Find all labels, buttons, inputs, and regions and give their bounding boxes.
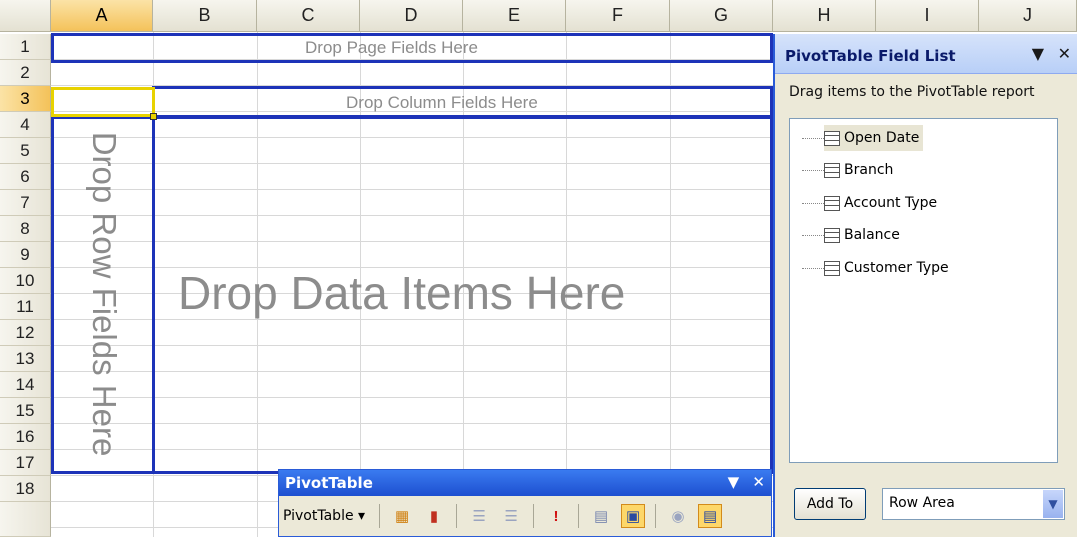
column-header-f[interactable]: F	[566, 0, 670, 32]
row-header-19-partial[interactable]	[0, 502, 51, 537]
field-icon	[824, 227, 840, 243]
format-report-icon[interactable]: ▦	[390, 504, 414, 528]
row-header-5[interactable]: 5	[0, 138, 51, 164]
column-header-i[interactable]: I	[876, 0, 979, 32]
row-header-15[interactable]: 15	[0, 398, 51, 424]
show-field-list-icon[interactable]: ▤	[698, 504, 723, 528]
page-fields-placeholder: Drop Page Fields Here	[305, 38, 478, 57]
toolbar-title: PivotTable	[285, 474, 373, 492]
fill-handle[interactable]	[150, 113, 157, 120]
row-header-1[interactable]: 1	[0, 34, 51, 60]
field-label: Account Type	[844, 195, 938, 211]
field-icon	[824, 162, 840, 178]
data-items-placeholder: Drop Data Items Here	[178, 267, 626, 319]
row-header-11[interactable]: 11	[0, 294, 51, 320]
field-item-open-date[interactable]: Open Date	[824, 125, 924, 151]
row-header-3[interactable]: 3	[0, 86, 51, 112]
row-header-7[interactable]: 7	[0, 190, 51, 216]
include-hidden-items-icon[interactable]: ▤	[589, 504, 613, 528]
column-header-d[interactable]: D	[360, 0, 463, 32]
column-header-a[interactable]: A	[51, 0, 153, 32]
field-label: Open Date	[844, 130, 920, 146]
add-to-button[interactable]: Add To	[794, 488, 866, 520]
column-header-b[interactable]: B	[153, 0, 257, 32]
field-item-customer-type[interactable]: Customer Type	[824, 255, 953, 281]
column-header-g[interactable]: G	[670, 0, 773, 32]
row-fields-placeholder: Drop Row Fields Here	[86, 131, 123, 457]
separator	[578, 504, 580, 528]
separator	[533, 504, 535, 528]
row-header-16[interactable]: 16	[0, 424, 51, 450]
pane-controls: ▼ ✕	[1032, 44, 1071, 63]
column-header-h[interactable]: H	[773, 0, 876, 32]
close-icon[interactable]: ✕	[1058, 44, 1071, 63]
active-cell-a3[interactable]	[51, 87, 155, 117]
row-header-6[interactable]: 6	[0, 164, 51, 190]
field-label: Branch	[844, 162, 894, 178]
column-header-c[interactable]: C	[257, 0, 360, 32]
row-header-8[interactable]: 8	[0, 216, 51, 242]
select-all-corner[interactable]	[0, 0, 51, 32]
chevron-down-icon[interactable]: ▼	[1042, 490, 1063, 518]
pane-title-text: PivotTable Field List	[785, 47, 956, 65]
toolbar-buttons: PivotTable ▾ ▦ ▮ ☰ ☰ ! ▤ ▣ ◉ ▤	[283, 500, 726, 532]
always-display-items-icon[interactable]: ▣	[621, 504, 646, 528]
row-header-18[interactable]: 18	[0, 476, 51, 502]
field-item-balance[interactable]: Balance	[824, 222, 904, 248]
hide-detail-icon[interactable]: ☰	[467, 504, 491, 528]
pivot-field-list-pane: PivotTable Field List ▼ ✕ Drag items to …	[773, 34, 1077, 537]
field-icon	[824, 130, 840, 146]
row-header-10[interactable]: 10	[0, 268, 51, 294]
column-fields-placeholder: Drop Column Fields Here	[346, 93, 538, 112]
separator	[456, 504, 458, 528]
pane-dropdown-icon[interactable]: ▼	[1032, 44, 1044, 63]
field-label: Customer Type	[844, 260, 949, 276]
field-settings-icon[interactable]: ◉	[666, 504, 690, 528]
field-icon	[824, 195, 840, 211]
row-header-4[interactable]: 4	[0, 112, 51, 138]
toolbar-title-bar[interactable]: PivotTable ▼ ✕	[279, 470, 771, 496]
field-label: Balance	[844, 227, 900, 243]
row-header-13[interactable]: 13	[0, 346, 51, 372]
field-tree: Open Date Branch Account Type Balance Cu…	[789, 118, 1058, 463]
field-icon	[824, 260, 840, 276]
pane-instruction: Drag items to the PivotTable report	[789, 84, 1035, 100]
row-header-2[interactable]: 2	[0, 60, 51, 86]
separator	[379, 504, 381, 528]
field-item-branch[interactable]: Branch	[824, 157, 897, 183]
area-select-value: Row Area	[889, 495, 955, 511]
separator	[655, 504, 657, 528]
refresh-data-icon[interactable]: !	[544, 504, 568, 528]
row-header-9[interactable]: 9	[0, 242, 51, 268]
field-item-account-type[interactable]: Account Type	[824, 190, 941, 216]
column-header-e[interactable]: E	[463, 0, 566, 32]
toolbar-options-icon[interactable]: ▼	[728, 473, 740, 491]
chart-wizard-icon[interactable]: ▮	[422, 504, 446, 528]
toolbar-close-icon[interactable]: ✕	[752, 473, 765, 491]
area-select[interactable]: Row Area ▼	[882, 488, 1065, 520]
pivottable-toolbar: PivotTable ▼ ✕ PivotTable ▾ ▦ ▮ ☰ ☰ ! ▤ …	[278, 469, 772, 537]
row-header-12[interactable]: 12	[0, 320, 51, 346]
show-detail-icon[interactable]: ☰	[499, 504, 523, 528]
row-header-17[interactable]: 17	[0, 450, 51, 476]
pane-title: PivotTable Field List ▼ ✕	[775, 34, 1077, 74]
pivottable-menu[interactable]: PivotTable ▾	[283, 508, 365, 524]
column-header-j[interactable]: J	[979, 0, 1077, 32]
row-header-14[interactable]: 14	[0, 372, 51, 398]
